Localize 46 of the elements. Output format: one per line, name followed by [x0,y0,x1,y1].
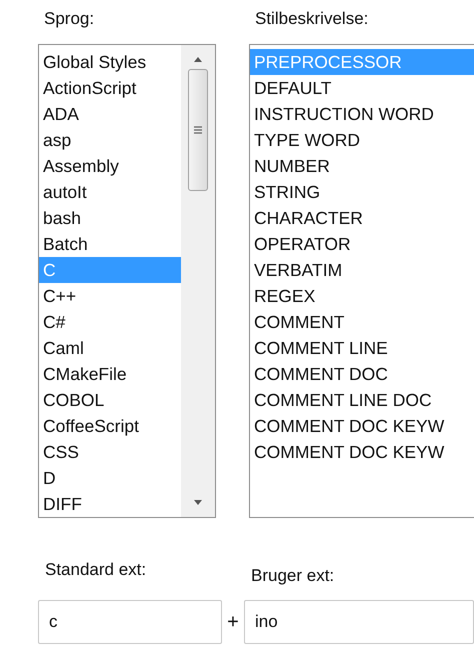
list-label: Stilbeskrivelse: [254,8,370,30]
language-item[interactable]: Assembly [39,153,181,179]
language-item[interactable]: ADA [39,101,181,127]
language-item[interactable]: bash [39,205,181,231]
scrollbar[interactable] [181,45,215,517]
style-item[interactable]: COMMENT LINE [250,335,474,361]
language-item[interactable]: C++ [39,283,181,309]
style-item[interactable]: INSTRUCTION WORD [250,101,474,127]
style-item[interactable]: STRING [250,179,474,205]
style-item[interactable]: COMMENT DOC KEYW [250,413,474,439]
field-label: Bruger ext: [250,566,336,587]
scroll-thumb[interactable] [188,69,208,191]
language-item[interactable]: ActionScript [39,75,181,101]
language-item[interactable]: asp [39,127,181,153]
language-item[interactable]: COBOL [39,387,181,413]
style-item[interactable]: NUMBER [250,153,474,179]
input-field[interactable]: c [38,600,222,644]
scroll-down-icon[interactable] [192,499,204,507]
list-label: Sprog: [43,8,96,30]
language-item[interactable]: CMakeFile [39,361,181,387]
language-item[interactable]: autoIt [39,179,181,205]
language-item[interactable]: Batch [39,231,181,257]
style-item[interactable]: OPERATOR [250,231,474,257]
language-item[interactable]: CSS [39,439,181,465]
style-item[interactable]: COMMENT [250,309,474,335]
language-listbox[interactable]: Global Styles ActionScript ADA asp Assembly autoIt bash Batch C C++ C# Caml CMakeFile COBOL CoffeeScript CSS D DIFF [38,44,216,518]
style-item[interactable]: TYPE WORD [250,127,474,153]
style-listbox[interactable]: PREPROCESSOR DEFAULT INSTRUCTION WORD TYPE WORD NUMBER STRING CHARACTER OPERATOR VERBATIM REGEX COMMENT COMMENT LINE COMMENT DOC COMMENT LINE DOC COMMENT DOC KEYW COMMENT DOC KEYW [249,44,474,518]
style-item[interactable]: REGEX [250,283,474,309]
style-item[interactable]: DEFAULT [250,75,474,101]
input-field[interactable]: ino [244,600,474,644]
language-item[interactable]: C# [39,309,181,335]
grip-icon [193,125,203,135]
style-item[interactable]: CHARACTER [250,205,474,231]
language-item[interactable]: DIFF [39,491,181,517]
style-item[interactable]: COMMENT DOC KEYW [250,439,474,465]
language-item[interactable]: D [39,465,181,491]
language-item[interactable]: Caml [39,335,181,361]
style-item[interactable]: COMMENT DOC [250,361,474,387]
plus-sign: + [226,610,240,635]
style-item[interactable]: VERBATIM [250,257,474,283]
language-item[interactable]: CoffeeScript [39,413,181,439]
scroll-up-icon[interactable] [192,55,204,63]
field-label: Standard ext: [44,560,148,581]
language-item[interactable]: Global Styles [39,49,181,75]
style-item[interactable]: COMMENT LINE DOC [250,387,474,413]
